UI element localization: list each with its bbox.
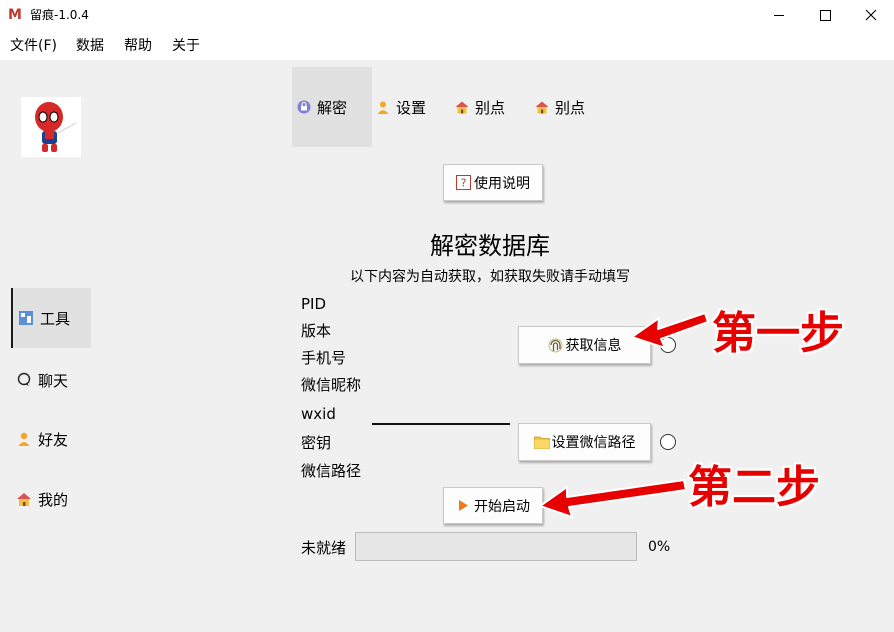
step1-annotation: 第一步 (712, 308, 844, 359)
step1-arrow-icon (631, 312, 709, 349)
step2-annotation: 第二步 (688, 462, 820, 513)
step2-arrow-icon (539, 479, 687, 518)
